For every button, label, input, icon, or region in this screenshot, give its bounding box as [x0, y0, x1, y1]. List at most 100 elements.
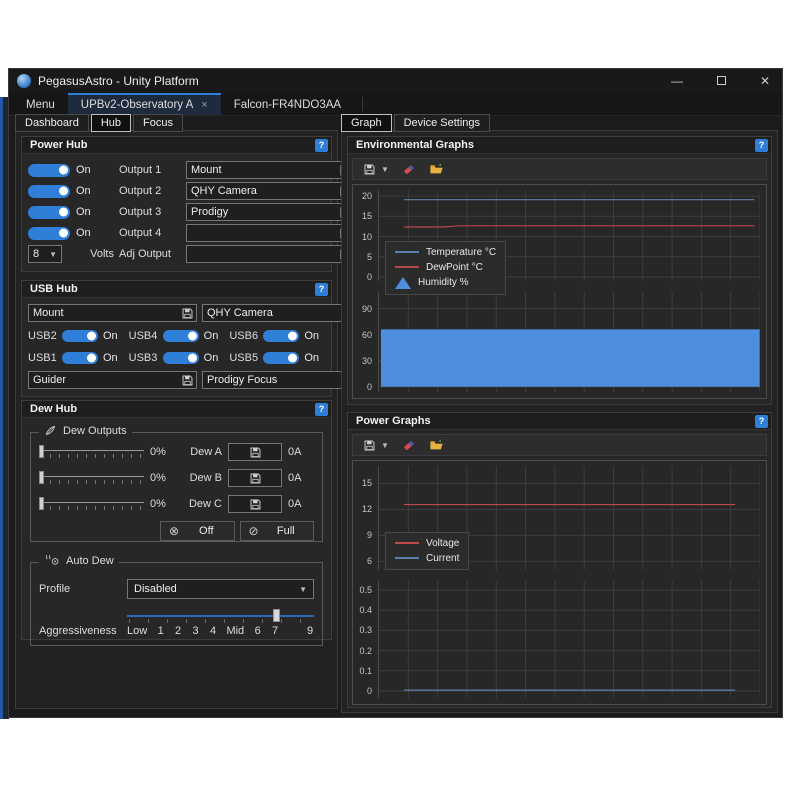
help-icon[interactable]: ?: [315, 403, 328, 416]
usb6-toggle[interactable]: [263, 330, 299, 342]
dew-a-amps: 0A: [288, 446, 314, 458]
open-graph-button[interactable]: [429, 438, 444, 452]
dew-a-slider[interactable]: [39, 445, 144, 460]
power-hub-content: On Output 1 0A On Output 2 0A On Output …: [22, 154, 331, 271]
adj-output-input[interactable]: [187, 248, 337, 260]
power-hub-title: Power Hub: [30, 139, 87, 151]
slider-thumb[interactable]: [39, 471, 44, 484]
dew-off-button[interactable]: ⊗Off: [160, 521, 235, 541]
aggressiveness-slider[interactable]: [127, 609, 314, 623]
help-icon[interactable]: ?: [315, 139, 328, 152]
open-folder-icon: [429, 162, 444, 176]
profile-dropdown[interactable]: Disabled▼: [127, 579, 314, 599]
output4-field: [186, 224, 355, 242]
tab-dashboard[interactable]: Dashboard: [15, 114, 89, 132]
usb4-toggle[interactable]: [163, 330, 199, 342]
power-chartbox: 151296 Voltage Current 0.50.40.30.20.10: [352, 460, 767, 705]
voltage-line-swatch: [395, 542, 419, 544]
clear-graph-button[interactable]: [402, 438, 416, 452]
tab-menu[interactable]: Menu: [13, 93, 68, 115]
save-icon[interactable]: [247, 444, 264, 460]
adj-output-field: [186, 245, 355, 263]
tab-close-icon[interactable]: ×: [201, 99, 207, 111]
save-icon[interactable]: [179, 372, 196, 388]
tab-falcon[interactable]: Falcon-FR4NDO3AA: [221, 93, 354, 115]
adj-output-label: Adj Output: [119, 248, 181, 260]
help-icon[interactable]: ?: [755, 139, 768, 152]
usb-name-input[interactable]: [203, 374, 353, 386]
tab-separator: [362, 97, 363, 111]
dew-b-slider[interactable]: [39, 471, 144, 486]
humidity-plot: [378, 292, 760, 392]
usb-name-input[interactable]: [203, 307, 353, 319]
usb-name-input[interactable]: [29, 374, 179, 386]
environmental-chartbox: 20151050 Temperature °C DewPoint °C Humi…: [352, 184, 767, 399]
output1-field: [186, 161, 355, 179]
output2-name-input[interactable]: [187, 185, 337, 197]
power-legend: Voltage Current: [385, 532, 469, 570]
usb3-toggle[interactable]: [163, 352, 199, 364]
clear-graph-button[interactable]: [402, 162, 416, 176]
environmental-graphs-panel: Environmental Graphs ? ▼ 20151050 Temper…: [347, 136, 772, 405]
circle-slash-icon: ⊘: [249, 524, 259, 538]
dew-full-button[interactable]: ⊘Full: [240, 521, 315, 541]
save-icon[interactable]: [179, 305, 196, 321]
usb1-toggle[interactable]: [62, 352, 98, 364]
volts-select[interactable]: 8▼: [28, 245, 62, 263]
tab-hub[interactable]: Hub: [91, 114, 131, 132]
output1-toggle[interactable]: [28, 164, 70, 177]
current-line-swatch: [395, 557, 419, 559]
output2-toggle[interactable]: [28, 185, 70, 198]
graph-page: Environmental Graphs ? ▼ 20151050 Temper…: [341, 130, 778, 713]
hub-page: Power Hub ? On Output 1 0A On Output 2 0…: [15, 130, 338, 709]
usb5-toggle[interactable]: [263, 352, 299, 364]
power-toolbar: ▼: [352, 434, 767, 456]
dew-c-row: 0% Dew C 0A: [39, 495, 314, 513]
close-button[interactable]: ✕: [758, 74, 772, 88]
slider-thumb[interactable]: [39, 497, 44, 510]
save-graph-button[interactable]: ▼: [361, 163, 389, 176]
usb-name-input[interactable]: [29, 307, 179, 319]
temperature-plot: Temperature °C DewPoint °C Humidity %: [378, 190, 760, 281]
save-icon[interactable]: [247, 470, 264, 486]
dew-a-label: Dew A: [182, 446, 222, 458]
power-output-row: On Output 3 0A: [28, 203, 325, 220]
save-icon: [361, 439, 378, 452]
steam-fan-icon: [44, 554, 60, 567]
auto-dew-slider-thumb[interactable]: [273, 609, 280, 622]
output1-label: Output 1: [119, 164, 181, 176]
dew-outputs-group: Dew Outputs 0% Dew A 0A 0% Dew B 0A: [30, 432, 323, 542]
temperature-line-swatch: [395, 251, 419, 253]
maximize-button[interactable]: [714, 74, 728, 88]
open-graph-button[interactable]: [429, 162, 444, 176]
dew-a-field: [228, 443, 282, 461]
tab-graph[interactable]: Graph: [341, 114, 392, 132]
temperature-chart: 20151050 Temperature °C DewPoint °C Humi…: [353, 185, 766, 287]
output4-toggle[interactable]: [28, 227, 70, 240]
help-icon[interactable]: ?: [315, 283, 328, 296]
usb2-toggle[interactable]: [62, 330, 98, 342]
output3-toggle[interactable]: [28, 206, 70, 219]
tab-upbv2-observatory[interactable]: UPBv2-Observatory A ×: [68, 93, 221, 115]
dew-c-slider[interactable]: [39, 497, 144, 512]
usb-hub-panel: USB Hub ? USB2On USB4On USB6On USB1On US…: [21, 280, 332, 397]
tab-focus[interactable]: Focus: [133, 114, 183, 132]
output1-name-input[interactable]: [187, 164, 337, 176]
output3-name-input[interactable]: [187, 206, 337, 218]
tab-device-settings[interactable]: Device Settings: [394, 114, 490, 132]
unity-platform-window: PegasusAstro - Unity Platform — ✕ Menu U…: [8, 68, 783, 718]
minimize-button[interactable]: —: [670, 74, 684, 88]
save-icon[interactable]: [247, 496, 264, 512]
output4-label: Output 4: [119, 227, 181, 239]
help-icon[interactable]: ?: [755, 415, 768, 428]
chevron-down-icon: ▼: [381, 165, 389, 174]
output2-label: Output 2: [119, 185, 181, 197]
voltage-plot: Voltage Current: [378, 466, 760, 570]
adj-output-row: 8▼ Volts Adj Output: [28, 245, 325, 262]
save-graph-button[interactable]: ▼: [361, 439, 389, 452]
auto-dew-group-label: Auto Dew: [39, 554, 119, 567]
slider-thumb[interactable]: [39, 445, 44, 458]
output4-name-input[interactable]: [187, 227, 337, 239]
profile-label: Profile: [39, 583, 123, 595]
dew-c-field: [228, 495, 282, 513]
